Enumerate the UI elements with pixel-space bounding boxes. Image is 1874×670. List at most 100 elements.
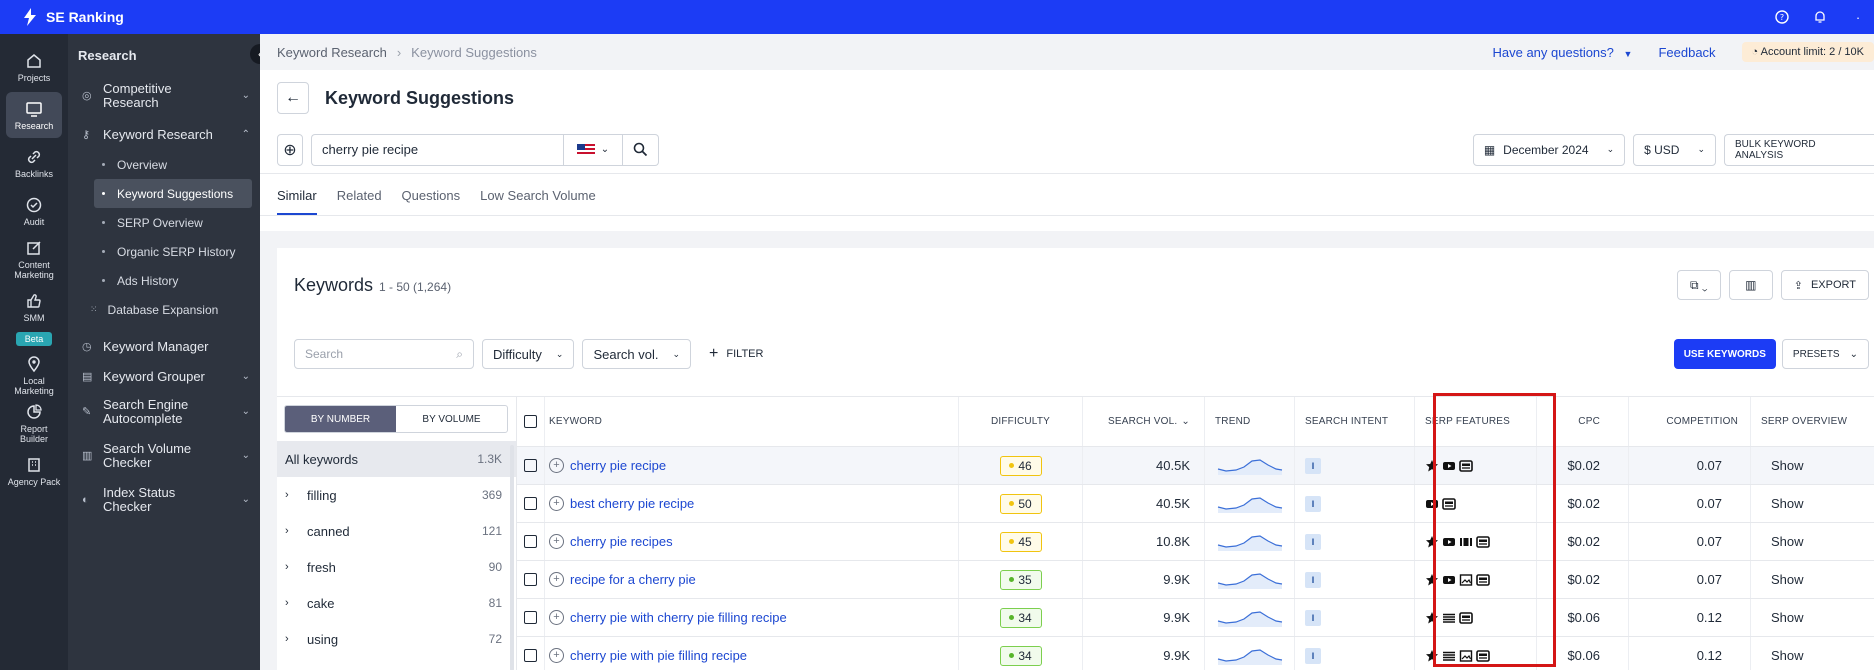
presets-dropdown[interactable]: PRESETS ⌄ [1781,339,1869,369]
column-serp-features[interactable]: SERP FEATURES [1415,397,1537,446]
row-checkbox[interactable] [524,459,537,472]
rail-item-agency-pack[interactable]: Agency Pack [6,448,62,494]
more-icon[interactable]: · [1850,9,1866,25]
back-button[interactable]: ← [277,82,309,114]
column-competition[interactable]: COMPETITION [1629,397,1751,446]
rail-item-projects[interactable]: Projects [6,44,62,90]
column-serp-overview[interactable]: SERP OVERVIEW [1751,397,1874,446]
row-checkbox[interactable] [524,535,537,548]
sidebar-item-search-engine-autocomplete[interactable]: ✎ Search Engine Autocomplete ⌄ [68,390,260,434]
by-volume-button[interactable]: BY VOLUME [396,406,507,432]
date-selector[interactable]: ▦ December 2024 ⌄ [1472,133,1626,166]
add-to-list-icon[interactable]: + [549,496,564,511]
sidebar-subitem-overview[interactable]: Overview [94,150,252,179]
trend-sparkline[interactable] [1216,533,1284,551]
rail-item-content-marketing[interactable]: Content Marketing [6,236,62,282]
serp-overview-show-button[interactable]: Show [1751,561,1874,598]
group-all-keywords[interactable]: All keywords 1.3K [277,441,516,477]
sidebar-subitem-database-expansion[interactable]: ⁙ Database Expansion [82,295,252,324]
sidebar-item-competitive-research[interactable]: ◎ Competitive Research ⌄ [68,74,260,118]
rail-item-report-builder[interactable]: Report Builder [6,400,62,446]
group-item[interactable]: › canned 121 [277,513,516,549]
trend-sparkline[interactable] [1216,647,1284,665]
keyword-link[interactable]: best cherry pie recipe [570,496,694,511]
column-search-volume[interactable]: SEARCH VOL. ⌄ [1083,397,1205,446]
sidebar-item-search-volume-checker[interactable]: ▥ Search Volume Checker ⌄ [68,434,260,478]
groups-scrollbar[interactable] [510,445,514,670]
group-item[interactable]: › using 72 [277,621,516,657]
serp-overview-show-button[interactable]: Show [1751,447,1874,484]
tab-similar[interactable]: Similar [277,188,317,215]
difficulty-filter[interactable]: Difficulty ⌄ [482,339,575,369]
search-volume-filter[interactable]: Search vol. ⌄ [582,339,692,369]
rail-item-research[interactable]: Research [6,92,62,138]
export-button[interactable]: ⇪ EXPORT [1780,270,1869,300]
serp-overview-show-button[interactable]: Show [1751,523,1874,560]
feedback-link[interactable]: Feedback [1658,45,1715,60]
row-checkbox[interactable] [524,573,537,586]
rail-item-backlinks[interactable]: Backlinks [6,140,62,186]
sidebar-item-keyword-research[interactable]: ⚷ Keyword Research ⌃ [68,118,260,150]
rail-item-smm[interactable]: SMM [6,284,62,330]
group-item[interactable]: › filling 369 [277,477,516,513]
trend-sparkline[interactable] [1216,571,1284,589]
sidebar-subitem-ads-history[interactable]: Ads History [94,266,252,295]
columns-button[interactable]: ▥ [1728,270,1773,300]
brand[interactable]: SE Ranking [0,8,124,26]
keyword-link[interactable]: cherry pie with cherry pie filling recip… [570,610,787,625]
bulk-keyword-analysis-button[interactable]: BULK KEYWORD ANALYSIS [1724,133,1874,166]
keyword-link[interactable]: cherry pie recipes [570,534,673,549]
row-checkbox[interactable] [524,649,537,662]
sidebar-item-keyword-grouper[interactable]: ▤ Keyword Grouper ⌄ [68,362,260,390]
add-to-list-icon[interactable]: + [549,648,564,663]
sidebar-subitem-organic-serp-history[interactable]: Organic SERP History [94,237,252,266]
sidebar-subitem-keyword-suggestions[interactable]: Keyword Suggestions [94,179,252,208]
group-item[interactable]: › fresh 90 [277,549,516,585]
breadcrumb-parent[interactable]: Keyword Research [277,45,387,60]
by-number-button[interactable]: BY NUMBER [285,406,396,432]
country-selector[interactable]: ⌄ [563,133,623,166]
add-to-list-icon[interactable]: + [549,610,564,625]
bell-icon[interactable] [1812,9,1828,25]
serp-overview-show-button[interactable]: Show [1751,485,1874,522]
help-icon[interactable]: ? [1774,9,1790,25]
keyword-link[interactable]: cherry pie with pie filling recipe [570,648,747,663]
add-to-list-icon[interactable]: + [549,458,564,473]
questions-dropdown[interactable]: Have any questions? ▼ [1492,45,1632,60]
add-to-list-icon[interactable]: + [549,572,564,587]
column-difficulty[interactable]: DIFFICULTY [959,397,1083,446]
serp-overview-show-button[interactable]: Show [1751,599,1874,636]
currency-selector[interactable]: $ USD ⌄ [1633,133,1716,166]
trend-sparkline[interactable] [1216,495,1284,513]
add-to-list-icon[interactable]: + [549,534,564,549]
add-keyword-button[interactable]: ⊕ [277,133,303,166]
serp-overview-show-button[interactable]: Show [1751,637,1874,670]
column-search-intent[interactable]: SEARCH INTENT [1295,397,1415,446]
row-checkbox[interactable] [524,497,537,510]
sidebar-subitem-serp-overview[interactable]: SERP Overview [94,208,252,237]
account-limit-badge[interactable]: ◔ Account limit: 2 / 10K [1741,42,1874,62]
rail-item-local-marketing[interactable]: Local Marketing [6,352,62,398]
keyword-filter-search[interactable]: Search ⌕ [294,339,474,369]
sidebar-item-keyword-manager[interactable]: ◷ Keyword Manager [68,330,260,362]
search-button[interactable] [623,133,659,166]
keyword-link[interactable]: cherry pie recipe [570,458,666,473]
sidebar-item-index-status-checker[interactable]: ◐ Index Status Checker ⌄ [68,478,260,522]
keyword-input[interactable]: cherry pie recipe [311,133,563,166]
group-item[interactable]: › cake 81 [277,585,516,621]
use-keywords-button[interactable]: USE KEYWORDS [1673,339,1776,369]
copy-button[interactable]: ⧉ ⌄ [1676,270,1721,300]
tab-low-search-volume[interactable]: Low Search Volume [480,188,596,215]
column-keyword[interactable]: KEYWORD [545,397,959,446]
tab-questions[interactable]: Questions [402,188,461,215]
select-all-checkbox[interactable] [524,415,537,428]
keyword-link[interactable]: recipe for a cherry pie [570,572,696,587]
row-checkbox[interactable] [524,611,537,624]
trend-sparkline[interactable] [1216,609,1284,627]
column-trend[interactable]: TREND [1205,397,1295,446]
column-cpc[interactable]: CPC [1537,397,1629,446]
add-filter-button[interactable]: + FILTER [709,345,763,363]
tab-related[interactable]: Related [337,188,382,215]
trend-sparkline[interactable] [1216,457,1284,475]
rail-item-audit[interactable]: Audit [6,188,62,234]
